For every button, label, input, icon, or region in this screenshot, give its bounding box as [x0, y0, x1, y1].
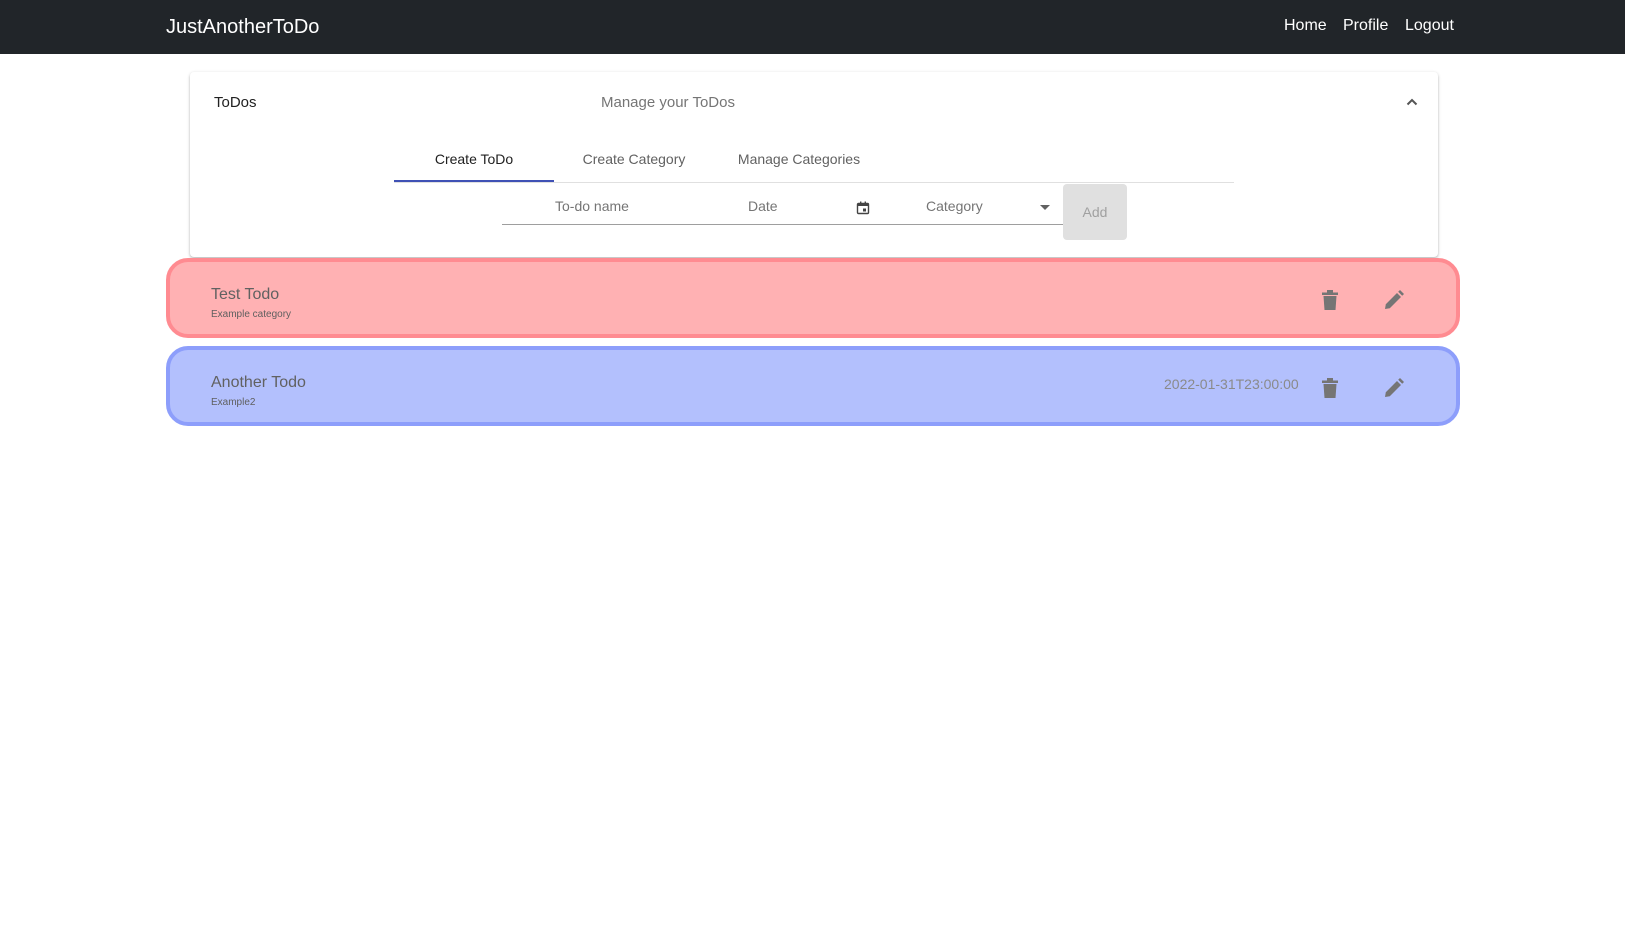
todo-date: 2022-01-31T23:00:00 — [1164, 376, 1299, 392]
nav-profile-link[interactable]: Profile — [1343, 15, 1388, 37]
tab-create-category[interactable]: Create Category — [554, 138, 714, 180]
todo-name-field[interactable]: To-do name — [502, 190, 728, 225]
calendar-icon[interactable] — [856, 201, 870, 215]
tab-bar: Create ToDo Create Category Manage Categ… — [394, 138, 1234, 183]
brand-link[interactable]: JustAnotherToDo — [166, 14, 319, 40]
todo-item[interactable]: Another Todo Example2 2022-01-31T23:00:0… — [166, 346, 1460, 426]
collapse-button[interactable] — [1400, 90, 1424, 114]
navbar: JustAnotherToDo Home Profile Logout — [0, 0, 1625, 54]
todo-name: Another Todo — [211, 374, 306, 391]
pencil-icon — [1385, 378, 1404, 397]
todo-category: Example category — [211, 309, 292, 320]
nav-logout-link[interactable]: Logout — [1405, 15, 1454, 37]
category-placeholder: Category — [926, 198, 983, 214]
todo-category: Example2 — [211, 397, 256, 408]
tab-create-todo[interactable]: Create ToDo — [394, 138, 554, 182]
trash-icon — [1322, 290, 1338, 310]
todo-item[interactable]: Test Todo Example category — [166, 258, 1460, 338]
nav-home-link[interactable]: Home — [1284, 15, 1327, 37]
panel-title[interactable]: ToDos — [214, 94, 257, 111]
date-field[interactable]: Date — [728, 190, 902, 225]
dropdown-arrow-icon — [1040, 205, 1050, 210]
chevron-up-icon — [1406, 98, 1418, 106]
edit-button[interactable] — [1376, 282, 1412, 318]
add-button[interactable]: Add — [1063, 184, 1127, 240]
delete-button[interactable] — [1312, 370, 1348, 406]
date-placeholder: Date — [748, 198, 778, 214]
category-select[interactable]: Category — [902, 190, 1063, 225]
todos-panel: ToDos Manage your ToDos Create ToDo Crea… — [190, 72, 1438, 257]
panel-description: Manage your ToDos — [601, 94, 735, 111]
edit-button[interactable] — [1376, 370, 1412, 406]
trash-icon — [1322, 378, 1338, 398]
todo-name-placeholder: To-do name — [555, 198, 629, 214]
pencil-icon — [1385, 290, 1404, 309]
tab-manage-categories[interactable]: Manage Categories — [714, 138, 884, 180]
delete-button[interactable] — [1312, 282, 1348, 318]
todo-name: Test Todo — [211, 286, 280, 303]
